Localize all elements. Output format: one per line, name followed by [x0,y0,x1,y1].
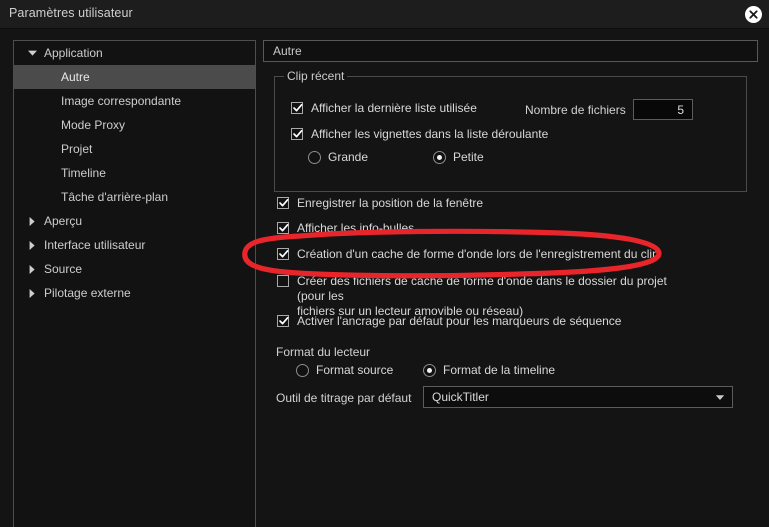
sidebar-item-pilotage-externe[interactable]: Pilotage externe [14,281,255,305]
radio-circle-icon [308,151,321,164]
sidebar-item-label: Source [14,262,82,276]
sidebar-item-label: Tâche d'arrière-plan [14,190,168,204]
checkbox-enable-default-snap-label: Activer l'ancrage par défaut pour les ma… [297,314,621,329]
sidebar-item-t-che-d-arri-re-plan[interactable]: Tâche d'arrière-plan [14,185,255,209]
file-count-input[interactable] [633,99,693,120]
chevron-down-icon [715,387,725,407]
checkbox-create-waveform-cache-label: Création d'un cache de forme d'onde lors… [297,247,659,262]
radio-thumb-small-label: Petite [453,150,484,164]
settings-content-panel: Clip récent Afficher la dernière liste u… [263,62,758,527]
checkbox-show-tooltips[interactable]: Afficher les info-bulles [277,221,414,236]
chevron-right-icon[interactable] [26,209,38,233]
radio-format-source[interactable]: Format source [296,363,393,377]
checkbox-empty-icon [277,275,289,287]
window-title: Paramètres utilisateur [9,6,133,20]
sidebar-item-aper-u[interactable]: Aperçu [14,209,255,233]
radio-circle-icon [296,364,309,377]
sidebar-item-source[interactable]: Source [14,257,255,281]
default-titler-value: QuickTitler [432,390,489,404]
checkbox-show-last-used-list[interactable]: Afficher la dernière liste utilisée [291,101,477,116]
sidebar-item-label: Timeline [14,166,106,180]
sidebar-item-image-correspondante[interactable]: Image correspondante [14,89,255,113]
chevron-right-icon[interactable] [26,281,38,305]
checkbox-enable-default-snap[interactable]: Activer l'ancrage par défaut pour les ma… [277,314,621,329]
file-count-label: Nombre de fichiers [525,103,626,117]
chevron-right-icon[interactable] [26,257,38,281]
radio-circle-selected-icon [433,151,446,164]
checkbox-show-last-used-list-label: Afficher la dernière liste utilisée [311,101,477,116]
radio-format-timeline[interactable]: Format de la timeline [423,363,555,377]
tab-settings-autre[interactable]: Autre [263,40,758,62]
checkbox-save-window-position-label: Enregistrer la position de la fenêtre [297,196,483,211]
radio-circle-selected-icon [423,364,436,377]
sidebar-item-label: Aperçu [14,214,82,228]
title-bar: Paramètres utilisateur [0,0,769,29]
checkbox-save-window-position[interactable]: Enregistrer la position de la fenêtre [277,196,483,211]
radio-thumb-large-label: Grande [328,150,368,164]
radio-thumb-large[interactable]: Grande [308,150,368,164]
settings-tree-panel[interactable]: Application Autre Image correspondante Mode… [13,40,256,527]
close-icon[interactable] [745,6,762,23]
checkbox-show-thumbnails-label: Afficher les vignettes dans la liste dér… [311,127,548,142]
group-clip-recent-title: Clip récent [284,69,347,83]
sidebar-item-label: Mode Proxy [14,118,125,132]
checkbox-waveform-cache-in-project-folder-label: Créer des fichiers de cache de forme d'o… [297,274,697,319]
radio-format-source-label: Format source [316,363,393,377]
checkbox-show-tooltips-label: Afficher les info-bulles [297,221,414,236]
sidebar-item-label: Autre [14,70,90,84]
default-titler-dropdown[interactable]: QuickTitler [423,386,733,408]
checkbox-show-thumbnails[interactable]: Afficher les vignettes dans la liste dér… [291,127,548,142]
chevron-down-icon[interactable] [26,41,38,65]
checkmark-icon [277,315,289,327]
user-settings-dialog: Paramètres utilisateur Application Autre I… [0,0,769,527]
checkmark-icon [277,222,289,234]
radio-thumb-small[interactable]: Petite [433,150,484,164]
checkmark-icon [291,128,303,140]
sidebar-item-label: Projet [14,142,92,156]
chevron-right-icon[interactable] [26,233,38,257]
sidebar-item-label: Image correspondante [14,94,181,108]
sidebar-item-projet[interactable]: Projet [14,137,255,161]
sidebar-item-autre[interactable]: Autre [14,65,255,89]
checkmark-icon [277,197,289,209]
default-titler-label: Outil de titrage par défaut [276,391,411,405]
player-format-label: Format du lecteur [276,345,370,359]
radio-format-timeline-label: Format de la timeline [443,363,555,377]
sidebar-item-mode-proxy[interactable]: Mode Proxy [14,113,255,137]
checkbox-create-waveform-cache[interactable]: Création d'un cache de forme d'onde lors… [277,247,659,262]
checkmark-icon [291,102,303,114]
sidebar-item-interface-utilisateur[interactable]: Interface utilisateur [14,233,255,257]
group-clip-recent: Clip récent Afficher la dernière liste u… [274,76,747,192]
sidebar-item-application[interactable]: Application [14,41,255,65]
checkmark-icon [277,248,289,260]
checkbox-waveform-cache-in-project-folder[interactable]: Créer des fichiers de cache de forme d'o… [277,274,697,319]
sidebar-item-timeline[interactable]: Timeline [14,161,255,185]
